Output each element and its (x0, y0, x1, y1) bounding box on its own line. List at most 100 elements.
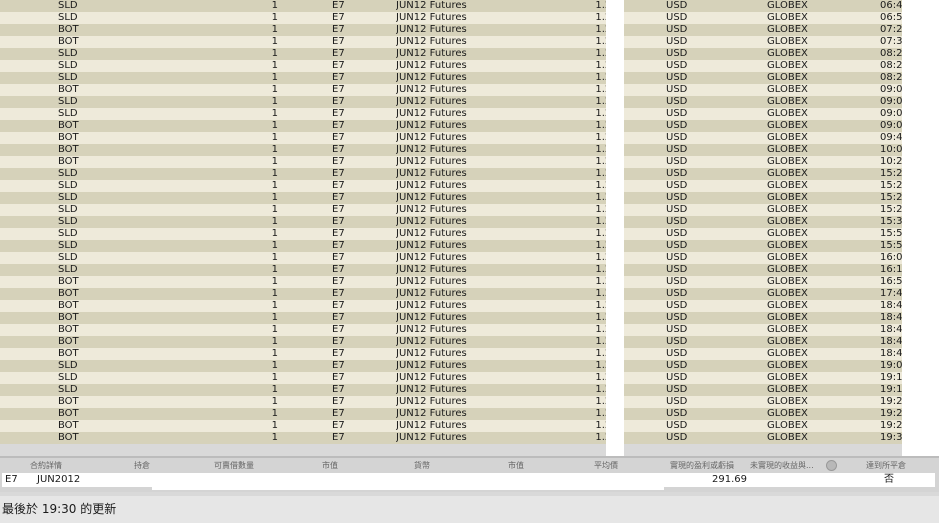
trade-row[interactable]: BOT1E7JUN12 Futures1.257USDGLOBEX19:3 (0, 432, 939, 444)
trade-symbol: E7 (332, 324, 345, 335)
trade-action: BOT (58, 312, 79, 323)
trade-row[interactable]: SLD1E7JUN12 Futures1.257USDGLOBEX15:5 (0, 228, 939, 240)
trade-row[interactable]: BOT1E7JUN12 Futures1.257USDGLOBEX19:2 (0, 408, 939, 420)
trade-row[interactable]: SLD1E7JUN12 Futures1.254USDGLOBEX09:0 (0, 96, 939, 108)
trade-currency: USD (666, 384, 688, 395)
trade-row[interactable]: BOT1E7JUN12 Futures1.253USDGLOBEX10:2 (0, 156, 939, 168)
trade-quantity: 1 (271, 408, 278, 419)
trade-row[interactable]: BOT1E7JUN12 Futures1.257USDGLOBEX18:4 (0, 324, 939, 336)
trade-action: SLD (58, 228, 78, 239)
header-position[interactable]: 持倉 (134, 460, 150, 472)
trade-action: BOT (58, 408, 79, 419)
trade-row[interactable]: BOT1E7JUN12 Futures1.257USDGLOBEX18:4 (0, 312, 939, 324)
header-unrealized-pnl[interactable]: 未實現的收益與... (750, 460, 814, 472)
trade-symbol: E7 (332, 120, 345, 131)
trade-description: JUN12 Futures (396, 0, 467, 11)
trade-description: JUN12 Futures (396, 216, 467, 227)
trade-description: JUN12 Futures (396, 408, 467, 419)
trade-action: BOT (58, 132, 79, 143)
header-market-value[interactable]: 市值 (322, 460, 338, 472)
trade-row[interactable]: BOT1E7JUN12 Futures1.253USDGLOBEX07:2 (0, 24, 939, 36)
trade-action: SLD (58, 264, 78, 275)
trade-quantity: 1 (271, 156, 278, 167)
trade-row[interactable]: BOT1E7JUN12 Futures1.257USDGLOBEX18:4 (0, 336, 939, 348)
header-sellable-qty[interactable]: 可賣借數量 (214, 460, 254, 472)
info-circle-icon[interactable] (826, 460, 837, 471)
trade-description: JUN12 Futures (396, 228, 467, 239)
trade-row[interactable]: BOT1E7JUN12 Futures1.254USDGLOBEX09:0 (0, 120, 939, 132)
trade-symbol: E7 (332, 156, 345, 167)
trade-exchange: GLOBEX (767, 252, 808, 263)
trade-exchange: GLOBEX (767, 180, 808, 191)
trade-time: 17:4 (880, 288, 903, 299)
trade-description: JUN12 Futures (396, 96, 467, 107)
header-currency[interactable]: 貨幣 (414, 460, 430, 472)
trade-row[interactable]: SLD1E7JUN12 Futures1.259USDGLOBEX16:1 (0, 264, 939, 276)
trade-currency: USD (666, 372, 688, 383)
trade-action: SLD (58, 372, 78, 383)
trade-row[interactable]: BOT1E7JUN12 Futures1.254USDGLOBEX10:0 (0, 144, 939, 156)
trade-time: 09:0 (880, 108, 903, 119)
trade-row[interactable]: SLD1E7JUN12 Futures1.258USDGLOBEX15:5 (0, 240, 939, 252)
trade-row[interactable]: SLD1E7JUN12 Futures1.257USDGLOBEX19:0 (0, 360, 939, 372)
trade-description: JUN12 Futures (396, 300, 467, 311)
trade-row[interactable]: BOT1E7JUN12 Futures1.257USDGLOBEX17:4 (0, 288, 939, 300)
trade-exchange: GLOBEX (767, 432, 808, 443)
trade-row[interactable]: SLD1E7JUN12 Futures1.254USDGLOBEX08:2 (0, 72, 939, 84)
header-market-value-2[interactable]: 市值 (508, 460, 524, 472)
header-contract[interactable]: 合約詳情 (30, 460, 62, 472)
trade-row[interactable]: BOT1E7JUN12 Futures1.257USDGLOBEX19:2 (0, 420, 939, 432)
trade-time: 19:2 (880, 396, 903, 407)
trade-row[interactable]: SLD1E7JUN12 Futures1.258USDGLOBEX16:0 (0, 252, 939, 264)
trade-symbol: E7 (332, 384, 345, 395)
trade-symbol: E7 (332, 72, 345, 83)
trade-row[interactable]: BOT1E7JUN12 Futures1.257USDGLOBEX16:5 (0, 276, 939, 288)
trade-symbol: E7 (332, 312, 345, 323)
trade-quantity: 1 (271, 348, 278, 359)
redaction-mask (152, 486, 664, 490)
portfolio-row[interactable]: E7 JUN2012 291.69 否 (2, 473, 935, 487)
trade-row[interactable]: SLD1E7JUN12 Futures1.258USDGLOBEX19:1 (0, 384, 939, 396)
trade-row[interactable]: BOT1E7JUN12 Futures1.254USDGLOBEX09:4 (0, 132, 939, 144)
trade-quantity: 1 (271, 180, 278, 191)
trade-row[interactable]: SLD1E7JUN12 Futures1.256USDGLOBEX15:2 (0, 180, 939, 192)
trade-row[interactable]: SLD1E7JUN12 Futures1.254USDGLOBEX06:5 (0, 12, 939, 24)
trade-time: 15:2 (880, 168, 903, 179)
trade-time: 06:5 (880, 12, 903, 23)
trade-action: BOT (58, 156, 79, 167)
trade-row[interactable]: BOT1E7JUN12 Futures1.253USDGLOBEX07:3 (0, 36, 939, 48)
header-avg-price[interactable]: 平均價 (594, 460, 618, 472)
trade-row[interactable]: SLD1E7JUN12 Futures1.257USDGLOBEX15:3 (0, 216, 939, 228)
header-realized-pnl[interactable]: 實現的盈利或虧損 (670, 460, 734, 472)
trade-quantity: 1 (271, 360, 278, 371)
trade-exchange: GLOBEX (767, 132, 808, 143)
trade-row[interactable]: BOT1E7JUN12 Futures1.257USDGLOBEX19:2 (0, 396, 939, 408)
trade-time: 08:2 (880, 48, 903, 59)
trade-row[interactable]: BOT1E7JUN12 Futures1.257USDGLOBEX18:4 (0, 348, 939, 360)
header-close-position[interactable]: 達到所平倉 (866, 460, 906, 472)
trade-symbol: E7 (332, 228, 345, 239)
trade-row[interactable]: SLD1E7JUN12 Futures1.254USDGLOBEX08:2 (0, 48, 939, 60)
trade-row[interactable]: SLD1E7JUN12 Futures1.258USDGLOBEX19:1 (0, 372, 939, 384)
trade-symbol: E7 (332, 132, 345, 143)
trade-quantity: 1 (271, 252, 278, 263)
trade-symbol: E7 (332, 252, 345, 263)
trade-row[interactable]: SLD1E7JUN12 Futures1.257USDGLOBEX15:2 (0, 204, 939, 216)
trade-symbol: E7 (332, 0, 345, 11)
trade-action: SLD (58, 252, 78, 263)
trade-quantity: 1 (271, 384, 278, 395)
trade-row[interactable]: SLD1E7JUN12 Futures1.254USDGLOBEX09:0 (0, 108, 939, 120)
trade-description: JUN12 Futures (396, 348, 467, 359)
trade-exchange: GLOBEX (767, 192, 808, 203)
trade-row[interactable]: SLD1E7JUN12 Futures1.256USDGLOBEX15:2 (0, 168, 939, 180)
trade-symbol: E7 (332, 12, 345, 23)
trade-description: JUN12 Futures (396, 360, 467, 371)
trade-row[interactable]: SLD1E7JUN12 Futures1.254USDGLOBEX06:4 (0, 0, 939, 12)
last-updated-text: 最後於 19:30 的更新 (2, 502, 117, 516)
trade-row[interactable]: SLD1E7JUN12 Futures1.256USDGLOBEX15:2 (0, 192, 939, 204)
trade-row[interactable]: SLD1E7JUN12 Futures1.254USDGLOBEX08:2 (0, 60, 939, 72)
trade-exchange: GLOBEX (767, 228, 808, 239)
trade-row[interactable]: BOT1E7JUN12 Futures1.254USDGLOBEX09:0 (0, 84, 939, 96)
trade-row[interactable]: BOT1E7JUN12 Futures1.257USDGLOBEX18:4 (0, 300, 939, 312)
trade-quantity: 1 (271, 396, 278, 407)
